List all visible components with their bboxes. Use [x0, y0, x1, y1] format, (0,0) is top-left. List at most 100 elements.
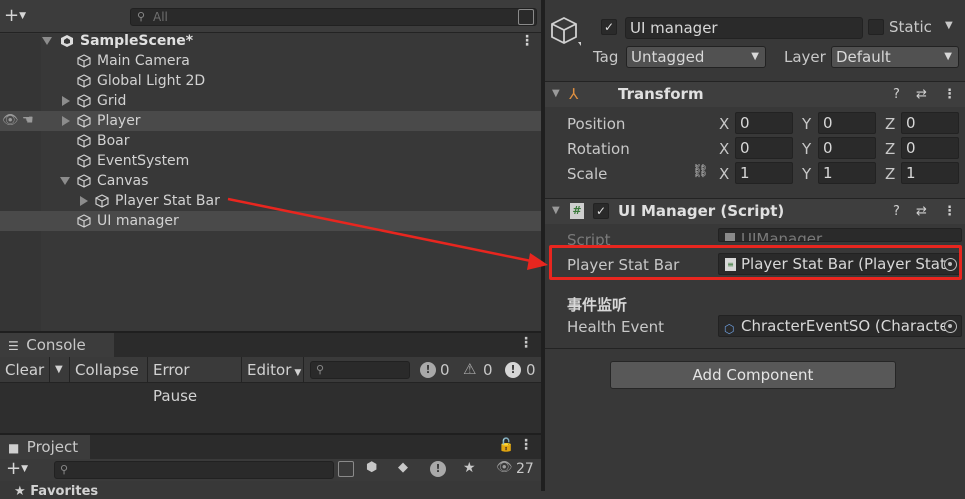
visibility-eye-icon[interactable]: 👁	[2, 111, 19, 131]
editor-dropdown[interactable]: Editor ▼	[242, 357, 304, 383]
component-menu-icon[interactable]: ⋮	[943, 87, 956, 102]
position-z-field[interactable]: 0	[901, 112, 959, 134]
project-menu-icon[interactable]: ⋮	[519, 437, 533, 453]
layer-value: Default	[836, 48, 891, 66]
unity-scene-icon	[61, 35, 73, 47]
position-y-field[interactable]: 0	[818, 112, 876, 134]
tab-console[interactable]: ☰ Console	[0, 333, 114, 357]
expand-arrow-icon[interactable]	[60, 177, 70, 185]
section-divider	[545, 348, 965, 349]
highlight-box	[549, 245, 962, 280]
hierarchy-item-canvas[interactable]: Canvas	[0, 171, 541, 191]
static-checkbox[interactable]	[868, 19, 884, 35]
hierarchy-item-label: Grid	[97, 93, 127, 109]
presets-icon[interactable]: ⇄	[916, 204, 927, 219]
tag-value: Untagged	[631, 48, 705, 66]
hierarchy-search-input[interactable]: ⚲ All	[130, 8, 537, 26]
csharp-script-icon: #	[570, 203, 584, 219]
scale-z-field[interactable]: 1	[901, 162, 959, 184]
scale-y-field[interactable]: 1	[818, 162, 876, 184]
scene-row[interactable]: SampleScene* ⋮	[0, 31, 541, 51]
scale-x-field[interactable]: 1	[735, 162, 793, 184]
hierarchy-item-global-light[interactable]: Global Light 2D	[0, 71, 541, 91]
hierarchy-item-main-camera[interactable]: Main Camera	[0, 51, 541, 71]
project-search-input[interactable]: ⚲	[54, 461, 334, 479]
transform-icon: ⅄	[569, 85, 579, 103]
star-icon: ★	[14, 484, 26, 499]
type-filter-icon[interactable]: ⬢	[366, 460, 377, 475]
project-create-button[interactable]: +▼	[6, 459, 28, 479]
active-checkbox[interactable]: ✓	[601, 19, 617, 35]
presets-icon[interactable]: ⇄	[916, 87, 927, 102]
axis-z-label: Z	[885, 140, 896, 158]
log-info-icon[interactable]: !	[420, 362, 436, 378]
component-menu-icon[interactable]: ⋮	[943, 204, 956, 219]
help-icon[interactable]: ?	[893, 87, 900, 102]
error-icon[interactable]: !	[505, 362, 521, 378]
search-options-icon[interactable]	[518, 9, 534, 25]
console-toolbar: Clear ▼ Collapse Error Pause Editor ▼ ⚲ !…	[0, 357, 541, 405]
component-enabled-checkbox[interactable]: ✓	[593, 203, 609, 219]
hierarchy-item-label: Canvas	[97, 173, 149, 189]
gameobject-cube-icon	[77, 174, 91, 188]
warning-icon[interactable]: ⚠	[463, 360, 476, 378]
issues-filter-icon[interactable]: !	[430, 461, 446, 477]
scale-label: Scale	[567, 165, 608, 183]
console-menu-icon[interactable]: ⋮	[519, 335, 533, 351]
editor-dropdown-label: Editor	[247, 361, 292, 379]
chevron-down-icon: ▼	[751, 51, 759, 62]
project-toolbar: +▼ ⚲ ⬢ ◆ ! ★ 👁 27	[0, 459, 541, 481]
ui-manager-header[interactable]: ▼ # ✓ UI Manager (Script) ? ⇄ ⋮	[545, 198, 965, 224]
collapse-arrow-icon[interactable]: ▼	[552, 205, 560, 216]
expand-arrow-icon[interactable]	[80, 196, 88, 206]
health-event-value: ChracterEventSO (Characte	[741, 317, 949, 335]
favorites-header[interactable]: ★ Favorites	[14, 484, 98, 499]
favorite-star-icon[interactable]: ★	[463, 460, 476, 476]
rotation-z-field[interactable]: 0	[901, 137, 959, 159]
scene-menu-icon[interactable]: ⋮	[520, 31, 534, 51]
error-pause-button[interactable]: Error Pause	[148, 357, 242, 405]
clear-options-dropdown[interactable]: ▼	[50, 357, 70, 383]
tag-dropdown[interactable]: Untagged ▼	[626, 46, 766, 68]
expand-arrow-icon[interactable]	[42, 37, 52, 45]
search-icon: ⚲	[60, 463, 69, 476]
hierarchy-item-player[interactable]: 👁 ☚ Player	[0, 111, 541, 131]
collapse-arrow-icon[interactable]: ▼	[552, 88, 560, 99]
hidden-count: 27	[516, 461, 534, 477]
scriptable-object-icon: ⬡	[724, 322, 735, 336]
rotation-y-field[interactable]: 0	[818, 137, 876, 159]
hierarchy-item-eventsystem[interactable]: EventSystem	[0, 151, 541, 171]
collapse-button[interactable]: Collapse	[70, 357, 148, 383]
hierarchy-item-ui-manager[interactable]: UI manager	[0, 211, 541, 231]
hierarchy-item-grid[interactable]: Grid	[0, 91, 541, 111]
object-name-field[interactable]: UI manager	[625, 17, 863, 39]
expand-arrow-icon[interactable]	[62, 96, 70, 106]
position-x-field[interactable]: 0	[735, 112, 793, 134]
warning-count: 0	[483, 361, 493, 379]
expand-arrow-icon[interactable]	[62, 116, 70, 126]
object-picker-icon[interactable]	[944, 320, 957, 333]
add-component-button[interactable]: Add Component	[610, 361, 896, 389]
label-filter-icon[interactable]: ◆	[398, 460, 408, 475]
console-search-input[interactable]: ⚲	[310, 361, 410, 379]
layer-dropdown[interactable]: Default ▼	[831, 46, 959, 68]
static-dropdown-icon[interactable]: ▼	[945, 20, 953, 31]
transform-header[interactable]: ▼ ⅄ Transform ? ⇄ ⋮	[545, 81, 965, 107]
hierarchy-item-boar[interactable]: Boar	[0, 131, 541, 151]
hierarchy-item-player-stat-bar[interactable]: Player Stat Bar	[0, 191, 541, 211]
gameobject-cube-icon	[77, 154, 91, 168]
hidden-eye-icon[interactable]: 👁	[496, 460, 513, 475]
health-event-field[interactable]: ⬡ ChracterEventSO (Characte	[718, 315, 962, 337]
tab-project[interactable]: ■ Project	[0, 435, 90, 459]
rotation-x-field[interactable]: 0	[735, 137, 793, 159]
create-button[interactable]: +▼	[4, 7, 26, 25]
lock-icon[interactable]: 🔓	[498, 438, 514, 453]
pickable-hand-icon[interactable]: ☚	[22, 111, 34, 131]
help-icon[interactable]: ?	[893, 204, 900, 219]
clear-button[interactable]: Clear	[0, 357, 50, 383]
console-panel: ☰ Console ⋮ Clear ▼ Collapse Error Pause…	[0, 331, 541, 433]
script-field: UIManager	[718, 228, 962, 242]
search-filter-icon[interactable]	[338, 461, 354, 477]
constrain-proportions-icon[interactable]: ⛓	[692, 164, 709, 179]
axis-z-label: Z	[885, 165, 896, 183]
